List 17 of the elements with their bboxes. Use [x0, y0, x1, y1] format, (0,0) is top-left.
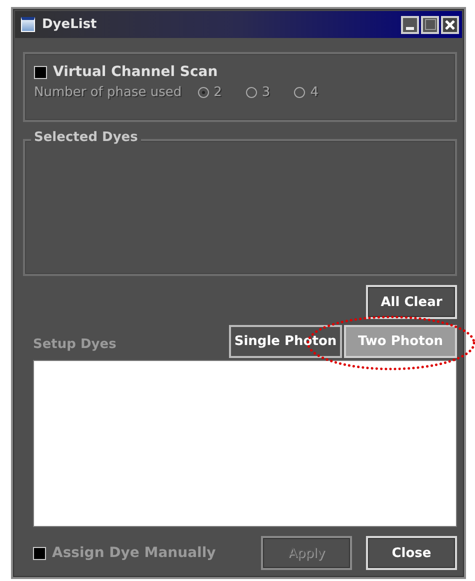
checkbox-label: Assign Dye Manually: [52, 545, 216, 561]
dialog-button[interactable]: Close: [366, 536, 457, 570]
group-title: Selected Dyes: [31, 130, 141, 145]
window-title: DyeList: [42, 17, 98, 32]
close-icon: [444, 18, 456, 30]
tab[interactable]: Two Photon: [344, 325, 457, 358]
tab[interactable]: Single Photon: [229, 325, 342, 358]
checkbox[interactable]: [33, 546, 46, 560]
checkbox-label: Virtual Channel Scan: [53, 64, 218, 80]
setup-dyes-label: Setup Dyes: [33, 337, 116, 354]
window-icon: [21, 17, 35, 32]
all-clear-button[interactable]: All Clear: [366, 285, 457, 319]
phase-label: Number of phase used: [34, 85, 182, 100]
minimize-button[interactable]: [401, 16, 419, 34]
checkbox[interactable]: [34, 66, 47, 78]
maximize-button[interactable]: [421, 16, 439, 34]
close-button[interactable]: [441, 16, 459, 34]
